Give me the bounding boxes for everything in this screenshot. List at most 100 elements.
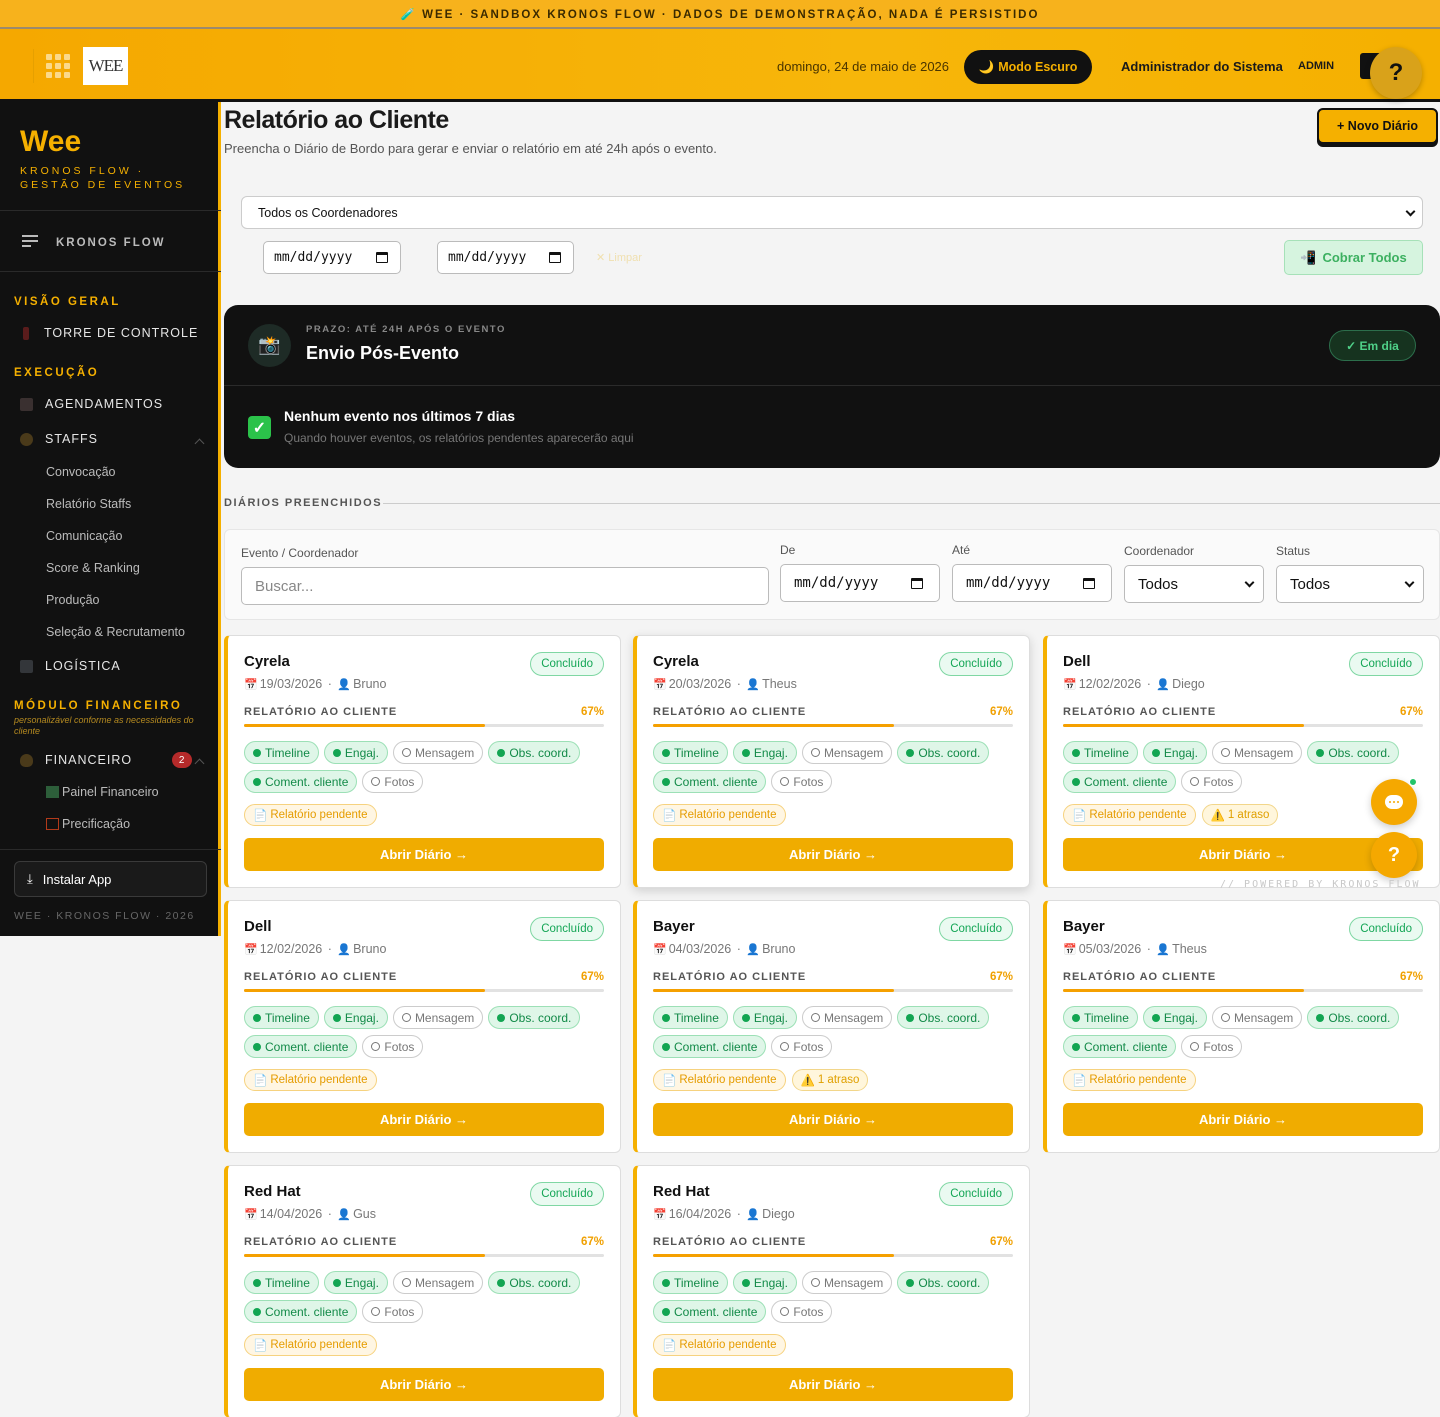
progress-percent: 67% <box>580 971 604 983</box>
pending-report-badge: 📄 Relatório pendente <box>244 804 377 826</box>
help-button[interactable]: ? <box>1370 47 1422 99</box>
diary-card[interactable]: Red Hat Concluído 📅 14/04/2026 · 👤 Gus R… <box>224 1165 621 1417</box>
chat-button[interactable] <box>1371 779 1417 825</box>
filter-date-to-input[interactable]: mm/dd/yyyy <box>952 564 1112 602</box>
pending-report-badge: 📄 Relatório pendente <box>653 1334 786 1356</box>
meta-separator: · <box>1143 677 1155 691</box>
sidebar-item-schedules[interactable]: AGENDAMENTOS <box>20 397 163 411</box>
sidebar-subitem-precificacao[interactable]: Precificação <box>46 817 130 831</box>
sidebar-subitem-relatorio-staffs[interactable]: Relatório Staffs <box>46 497 131 511</box>
progress-bar <box>653 989 1013 992</box>
floating-help-button[interactable]: ? <box>1371 832 1417 878</box>
card-flags: 📄 Relatório pendente ⚠️ 1 atraso <box>653 1069 869 1091</box>
sidebar-toggle-label[interactable]: KRONOS FLOW <box>56 237 166 249</box>
progress-percent: 67% <box>1399 971 1423 983</box>
checklist-tag: Engaj. <box>323 1271 388 1294</box>
checklist-tag: Engaj. <box>1142 741 1207 764</box>
new-diary-button[interactable]: + Novo Diário <box>1317 108 1438 144</box>
checklist-tag: Mensagem <box>801 1006 893 1029</box>
checklist-tag: Engaj. <box>1142 1006 1207 1029</box>
warning-icon: ⚠️ <box>1210 810 1225 822</box>
sidebar-item-label: LOGÍSTICA <box>45 659 121 673</box>
sidebar-subitem-producao[interactable]: Produção <box>46 593 100 607</box>
charge-all-button[interactable]: 📲 Cobrar Todos <box>1284 240 1423 275</box>
card-meta: 📅 12/02/2026 · 👤 Diego <box>1063 677 1205 691</box>
sidebar-subitem-selecao[interactable]: Seleção & Recrutamento <box>46 625 185 639</box>
truck-icon <box>20 659 33 673</box>
card-section-label: RELATÓRIO AO CLIENTE <box>653 971 807 983</box>
person-icon: 👤 <box>337 678 352 691</box>
sidebar-subitem-comunicacao[interactable]: Comunicação <box>46 529 122 543</box>
chevron-up-icon[interactable] <box>194 758 205 769</box>
card-client: Bayer <box>653 918 695 935</box>
open-diary-button[interactable]: Abrir Diário → <box>653 1368 1013 1401</box>
sidebar-item-logistics[interactable]: LOGÍSTICA <box>20 659 121 673</box>
card-date: 05/03/2026 <box>1078 942 1142 956</box>
status-filter-value: Todos <box>1290 575 1331 593</box>
status-badge: Concluído <box>530 652 604 676</box>
open-diary-button[interactable]: Abrir Diário → <box>244 1368 604 1401</box>
diary-card[interactable]: Red Hat Concluído 📅 16/04/2026 · 👤 Diego… <box>633 1165 1030 1417</box>
open-diary-button[interactable]: Abrir Diário → <box>244 1103 604 1136</box>
calendar-icon <box>911 578 923 589</box>
checklist-tags: Timeline Engaj. Mensagem Obs. coord. Coment.… <box>1063 741 1428 793</box>
checklist-tag: Obs. coord. <box>897 741 990 764</box>
progress-percent: 67% <box>580 706 604 718</box>
person-icon: 👤 <box>1156 943 1171 956</box>
checklist-tag: Mensagem <box>392 1006 484 1029</box>
card-flags: 📄 Relatório pendente <box>244 804 377 826</box>
filter-date-from-input[interactable]: mm/dd/yyyy <box>780 564 940 602</box>
progress-fill <box>653 724 895 727</box>
sidebar-item-finance[interactable]: FINANCEIRO 2 <box>20 752 193 768</box>
diary-card[interactable]: Cyrela Concluído 📅 19/03/2026 · 👤 Bruno … <box>224 635 621 888</box>
diary-card[interactable]: Bayer Concluído 📅 05/03/2026 · 👤 Theus R… <box>1043 900 1440 1153</box>
diary-card[interactable]: Cyrela Concluído 📅 20/03/2026 · 👤 Theus … <box>633 635 1030 888</box>
checklist-tag: Timeline <box>244 1006 319 1029</box>
checklist-tags: Timeline Engaj. Mensagem Obs. coord. Coment.… <box>653 741 1018 793</box>
card-coordinator: Theus <box>762 677 797 691</box>
open-diary-button[interactable]: Abrir Diário → <box>653 838 1013 871</box>
coordinator-select[interactable]: Todos os Coordenadores <box>241 196 1423 229</box>
menu-toggle-icon[interactable] <box>22 235 38 247</box>
sidebar-item-control-tower[interactable]: TORRE DE CONTROLE <box>20 326 198 340</box>
chat-icon <box>1385 795 1403 809</box>
chevron-up-icon[interactable] <box>194 438 205 449</box>
late-badge: ⚠️ 1 atraso <box>791 1069 869 1091</box>
card-coordinator: Theus <box>1172 942 1207 956</box>
dark-mode-label: Modo Escuro <box>998 60 1078 74</box>
open-diary-button[interactable]: Abrir Diário → <box>1063 838 1423 871</box>
open-diary-button[interactable]: Abrir Diário → <box>1063 1103 1423 1136</box>
calendar-icon: 📅 <box>1063 678 1077 691</box>
diary-card[interactable]: Bayer Concluído 📅 04/03/2026 · 👤 Bruno R… <box>633 900 1030 1153</box>
document-icon: 📄 <box>253 810 268 822</box>
date-from-input[interactable]: mm/dd/yyyy <box>263 241 401 274</box>
sidebar-item-staffs[interactable]: STAFFS <box>20 432 98 446</box>
checklist-tag: Engaj. <box>732 1006 797 1029</box>
section-finance: MÓDULO FINANCEIRO <box>14 700 183 712</box>
progress-percent: 67% <box>1399 706 1423 718</box>
clear-filter-button[interactable]: ✕ Limpar <box>596 251 642 264</box>
coordinator-filter-select[interactable]: Todos <box>1124 565 1264 603</box>
late-badge: ⚠️ 1 atraso <box>1201 804 1279 826</box>
late-label: 1 atraso <box>817 1074 860 1086</box>
open-diary-button[interactable]: Abrir Diário → <box>653 1103 1013 1136</box>
card-date: 19/03/2026 <box>259 677 323 691</box>
checklist-tag: Fotos <box>771 1300 833 1323</box>
sidebar-subitem-score-ranking[interactable]: Score & Ranking <box>46 561 140 575</box>
search-input[interactable]: Buscar... <box>241 567 769 605</box>
current-date: domingo, 24 de maio de 2026 <box>777 59 950 74</box>
checklist-tag: Fotos <box>1181 1035 1243 1058</box>
date-to-input[interactable]: mm/dd/yyyy <box>437 241 574 274</box>
card-date: 04/03/2026 <box>668 942 732 956</box>
sidebar-subitem-painel-financeiro[interactable]: Painel Financeiro <box>46 785 159 799</box>
dark-mode-button[interactable]: 🌙 Modo Escuro <box>964 50 1092 84</box>
sidebar-subitem-convocacao[interactable]: Convocação <box>46 465 116 479</box>
open-diary-button[interactable]: Abrir Diário → <box>244 838 604 871</box>
diary-card[interactable]: Dell Concluído 📅 12/02/2026 · 👤 Bruno RE… <box>224 900 621 1153</box>
calendar-icon: 📅 <box>653 678 667 691</box>
card-coordinator: Diego <box>1172 677 1205 691</box>
install-app-button[interactable]: ⤓ Instalar App <box>14 861 207 897</box>
checklist-tag: Coment. cliente <box>1063 1035 1177 1058</box>
status-filter-select[interactable]: Todos <box>1276 565 1424 603</box>
apps-grid-icon[interactable] <box>46 54 70 78</box>
